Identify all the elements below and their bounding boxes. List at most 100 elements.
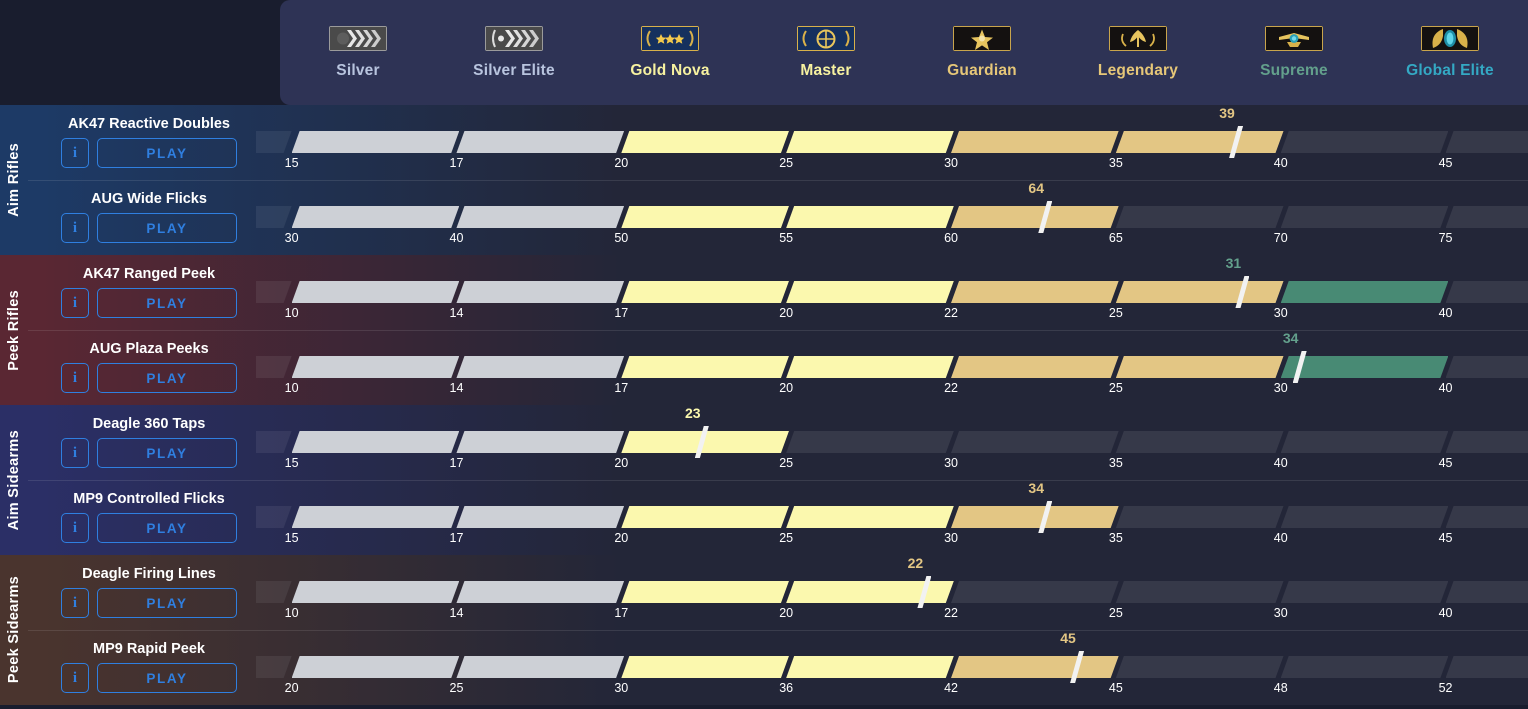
axis-tick-label: 65 [1108, 231, 1123, 245]
value-label: 22 [907, 555, 924, 571]
info-button[interactable]: i [61, 588, 89, 619]
axis-tick-label: 25 [779, 531, 794, 545]
drill-buttons: i PLAY [61, 363, 237, 394]
bar-segment [1116, 506, 1284, 528]
group-spine: Aim Rifles [0, 105, 28, 255]
axis-tick-label: 25 [1108, 606, 1123, 620]
progress-bar-area: 31 10 14 17 20 22 25 30 40 [256, 255, 1528, 330]
silver-elite-badge [485, 25, 543, 51]
bar-segment [621, 281, 789, 303]
axis-ticks: 15 17 20 25 30 35 40 45 [256, 531, 1528, 551]
axis-tick-label: 55 [779, 231, 794, 245]
gold-nova-badge [641, 25, 699, 51]
axis-tick-label: 40 [1273, 531, 1288, 545]
axis-tick-label: 35 [1108, 456, 1123, 470]
bar-segment [456, 431, 624, 453]
axis-tick-label: 22 [944, 381, 958, 395]
progress-bar-area: 45 20 25 30 36 42 45 48 52 [256, 630, 1528, 705]
axis-tick-label: 36 [779, 681, 794, 695]
drill-controls: MP9 Rapid Peek i PLAY [28, 630, 270, 705]
value-label: 34 [1282, 330, 1299, 346]
play-button[interactable]: PLAY [97, 213, 237, 244]
axis-tick-label: 30 [1273, 606, 1288, 620]
axis-ticks: 30 40 50 55 60 65 70 75 [256, 231, 1528, 251]
axis-tick-label: 40 [1273, 456, 1288, 470]
group-label: Aim Sidearms [6, 429, 22, 531]
bar-segment [456, 506, 624, 528]
bar-segment [951, 131, 1119, 153]
axis-ticks: 10 14 17 20 22 25 30 40 [256, 381, 1528, 401]
progress-bar: 23 15 17 20 25 30 35 40 45 [256, 405, 1528, 480]
bar-segment-pre [256, 281, 292, 303]
info-icon: i [72, 144, 78, 161]
play-button[interactable]: PLAY [97, 438, 237, 469]
play-button[interactable]: PLAY [97, 513, 237, 544]
rank-header: Silver Silver Elite Gold Nova Master Gua… [280, 0, 1528, 105]
play-button[interactable]: PLAY [97, 363, 237, 394]
bar-segment-pre [256, 506, 292, 528]
play-button[interactable]: PLAY [97, 288, 237, 319]
bar-segment [292, 506, 460, 528]
drill-controls: Deagle Firing Lines i PLAY [28, 555, 270, 630]
rank-progress-page: Silver Silver Elite Gold Nova Master Gua… [0, 0, 1528, 709]
axis-tick-label: 22 [944, 606, 958, 620]
bar-segment [786, 281, 954, 303]
axis-tick-label: 17 [449, 531, 464, 545]
rank-column: Global Elite [1372, 0, 1528, 105]
rank-column: Gold Nova [592, 0, 748, 105]
axis-ticks: 10 14 17 20 22 25 30 40 [256, 606, 1528, 626]
info-button[interactable]: i [61, 663, 89, 694]
info-icon: i [72, 594, 78, 611]
bar-segment [786, 356, 954, 378]
bar-segment [1281, 581, 1449, 603]
info-icon: i [72, 294, 78, 311]
group-spine: Aim Sidearms [0, 405, 28, 555]
progress-bar-area: 34 10 14 17 20 22 25 30 40 [256, 330, 1528, 405]
drill-buttons: i PLAY [61, 513, 237, 544]
bar-segment [1445, 581, 1528, 603]
play-button[interactable]: PLAY [97, 588, 237, 619]
bar-segment [621, 356, 789, 378]
axis-tick-label: 45 [1108, 681, 1123, 695]
value-label: 45 [1060, 630, 1076, 646]
bar-segment [621, 506, 789, 528]
axis-tick-label: 40 [1438, 606, 1453, 620]
bar-segment [786, 131, 954, 153]
rank-column: Silver Elite [436, 0, 592, 105]
axis-tick-label: 20 [614, 456, 629, 470]
info-button[interactable]: i [61, 288, 89, 319]
axis-tick-label: 20 [614, 531, 629, 545]
play-button[interactable]: PLAY [97, 138, 237, 169]
group-spine: Peek Rifles [0, 255, 28, 405]
drill-group: Peek Rifles AK47 Ranged Peek i PLAY 31 10 14 17… [0, 255, 1528, 405]
drill-row: AK47 Reactive Doubles i PLAY 39 15 17 20 25 30 35… [0, 105, 1528, 180]
play-button[interactable]: PLAY [97, 663, 237, 694]
drill-title: MP9 Controlled Flicks [73, 490, 225, 507]
axis-tick-label: 30 [944, 531, 958, 545]
bar-segment-pre [256, 656, 292, 678]
bar-segment [292, 281, 460, 303]
axis-tick-label: 10 [284, 381, 299, 395]
info-button[interactable]: i [61, 213, 89, 244]
progress-bar: 31 10 14 17 20 22 25 30 40 [256, 255, 1528, 330]
drill-group: Aim Rifles AK47 Reactive Doubles i PLAY 39 15… [0, 105, 1528, 255]
drill-buttons: i PLAY [61, 138, 237, 169]
value-label: 34 [1028, 480, 1044, 496]
axis-tick-label: 40 [1273, 156, 1288, 170]
drill-controls: AK47 Ranged Peek i PLAY [28, 255, 270, 330]
bar-segment [951, 356, 1119, 378]
bar-segment [292, 581, 460, 603]
axis-tick-label: 10 [284, 306, 299, 320]
info-button[interactable]: i [61, 363, 89, 394]
bar-segment [1281, 131, 1449, 153]
bar-segment [292, 206, 460, 228]
info-button[interactable]: i [61, 438, 89, 469]
info-button[interactable]: i [61, 513, 89, 544]
drill-row: AUG Plaza Peeks i PLAY 34 10 14 17 20 22 25 30 40 [0, 330, 1528, 405]
axis-tick-label: 17 [614, 381, 629, 395]
info-button[interactable]: i [61, 138, 89, 169]
axis-tick-label: 50 [614, 231, 629, 245]
supreme-badge [1265, 25, 1323, 51]
progress-bar: 64 30 40 50 55 60 65 70 75 [256, 180, 1528, 255]
drill-buttons: i PLAY [61, 213, 237, 244]
